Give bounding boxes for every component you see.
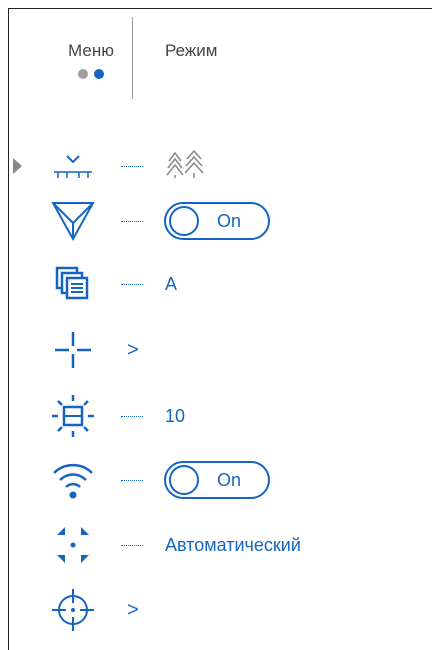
tab-divider <box>132 17 133 99</box>
chevron-right-icon[interactable]: > <box>127 340 139 360</box>
chevron-right-icon[interactable]: > <box>127 600 139 620</box>
image-gallery-icon <box>47 259 99 309</box>
auto-mode-value: Автоматический <box>165 534 301 555</box>
menu-item-gallery[interactable]: A <box>9 257 432 311</box>
tab-menu[interactable]: Меню <box>55 41 127 79</box>
menu-frame: Меню Режим On A > 10 On Автоматический > <box>8 8 432 650</box>
wifi-icon <box>47 455 99 505</box>
display-brightness-icon <box>47 391 99 441</box>
menu-item-auto-mode[interactable]: Автоматический <box>9 518 432 572</box>
page-dot-inactive <box>78 69 88 79</box>
dotted-leader <box>121 221 143 222</box>
tab-mode-label: Режим <box>165 41 218 60</box>
tab-menu-label: Меню <box>68 41 114 60</box>
range-finder-icon <box>47 141 99 191</box>
dotted-leader <box>121 284 143 285</box>
menu-item-brightness[interactable]: 10 <box>9 389 432 443</box>
dotted-leader <box>121 166 143 167</box>
dotted-leader <box>121 545 143 546</box>
toggle-label: On <box>217 469 242 490</box>
menu-item-zeroing[interactable]: > <box>9 583 432 637</box>
dotted-leader <box>121 480 143 481</box>
toggle-knob <box>169 465 199 495</box>
menu-item-filter[interactable]: On <box>9 194 432 248</box>
gallery-value: A <box>165 273 178 294</box>
forest-trees-icon <box>165 149 205 184</box>
zeroing-crosshair-icon <box>47 585 99 635</box>
menu-item-reticle[interactable]: > <box>9 323 432 377</box>
auto-shutdown-icon <box>47 520 99 570</box>
dotted-leader <box>121 416 143 417</box>
selection-pointer-icon <box>13 158 22 174</box>
toggle-knob <box>169 206 199 236</box>
toggle-label: On <box>217 210 242 231</box>
menu-item-wifi[interactable]: On <box>9 453 432 507</box>
brightness-value: 10 <box>165 405 186 426</box>
tab-mode[interactable]: Режим <box>165 41 217 61</box>
reticle-crosshair-icon <box>47 325 99 375</box>
funnel-filter-icon <box>47 196 99 246</box>
filter-toggle[interactable]: On <box>164 202 270 240</box>
wifi-toggle[interactable]: On <box>164 461 270 499</box>
page-indicator <box>55 69 127 79</box>
menu-item-range[interactable] <box>9 139 432 193</box>
menu-header: Меню Режим <box>9 9 432 109</box>
page-dot-active <box>94 69 104 79</box>
